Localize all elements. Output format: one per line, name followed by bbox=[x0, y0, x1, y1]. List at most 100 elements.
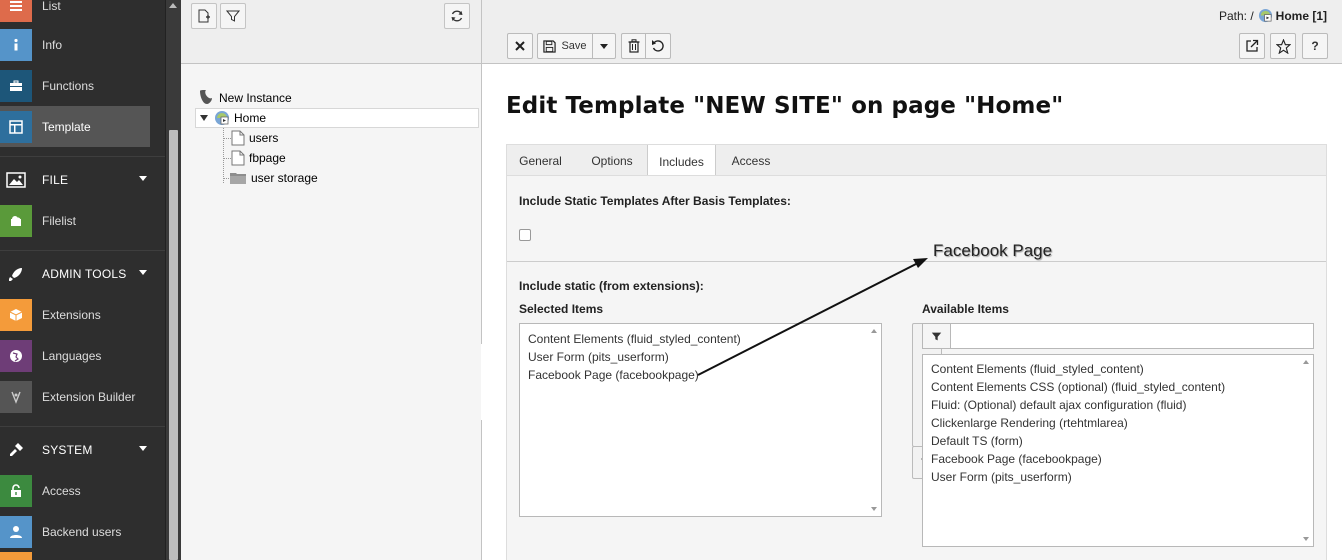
tree-node-users[interactable]: users bbox=[231, 128, 278, 148]
module-label: Filelist bbox=[42, 213, 77, 228]
box-icon bbox=[0, 298, 32, 331]
scroll-up-icon[interactable] bbox=[871, 329, 877, 333]
page-icon bbox=[231, 130, 245, 146]
list-item[interactable]: Facebook Page (facebookpage) bbox=[931, 452, 1102, 466]
expand-toggle-icon[interactable] bbox=[200, 115, 208, 121]
cloud-folder-icon bbox=[0, 204, 32, 237]
user-icon bbox=[0, 515, 32, 548]
page-tree-toolbar bbox=[181, 0, 481, 64]
path-prefix: Path: / bbox=[1218, 8, 1254, 23]
typo3-icon bbox=[200, 90, 212, 104]
module-filelist[interactable]: Filelist bbox=[0, 200, 150, 241]
content-area: Path: / Home [1] Save ? Edit Template "N… bbox=[482, 0, 1342, 560]
path-page[interactable]: Home [1] bbox=[1276, 9, 1327, 23]
tree-node-home[interactable]: Home bbox=[195, 108, 479, 128]
tree-node-user-storage[interactable]: user storage bbox=[229, 168, 318, 188]
save-icon bbox=[543, 39, 557, 53]
bookmark-button[interactable] bbox=[1270, 33, 1296, 59]
globe-icon bbox=[0, 339, 32, 372]
undo-icon bbox=[652, 40, 664, 52]
includes-panel: Include Static Templates After Basis Tem… bbox=[506, 175, 1327, 560]
list-item[interactable]: User Form (pits_userform) bbox=[528, 350, 669, 364]
list-item[interactable]: Content Elements (fluid_styled_content) bbox=[931, 362, 1144, 376]
close-button[interactable] bbox=[507, 33, 533, 59]
scroll-down-icon[interactable] bbox=[1303, 537, 1309, 541]
new-page-icon bbox=[198, 9, 210, 23]
save-dropdown-button[interactable] bbox=[592, 33, 616, 59]
list-item[interactable]: Content Elements (fluid_styled_content) bbox=[528, 332, 741, 346]
section-divider bbox=[507, 261, 1326, 262]
chevron-down-icon bbox=[139, 270, 147, 275]
module-extensions[interactable]: Extensions bbox=[0, 294, 150, 335]
list-item[interactable]: Clickenlarge Rendering (rtehtmlarea) bbox=[931, 416, 1128, 430]
available-items-list[interactable]: Content Elements (fluid_styled_content) … bbox=[922, 354, 1314, 547]
scroll-down-icon[interactable] bbox=[871, 507, 877, 511]
scroll-up-icon[interactable] bbox=[1303, 360, 1309, 364]
basis-templates-label: Include Static Templates After Basis Tem… bbox=[519, 194, 791, 208]
list-scrollbar[interactable] bbox=[1300, 355, 1313, 546]
save-button[interactable]: Save bbox=[537, 33, 593, 59]
plug-icon bbox=[0, 434, 32, 466]
list-icon bbox=[0, 0, 32, 22]
delete-button[interactable] bbox=[621, 33, 646, 59]
list-scrollbar[interactable] bbox=[868, 324, 881, 516]
undo-button[interactable] bbox=[645, 33, 671, 59]
tab-general[interactable]: General bbox=[507, 145, 574, 177]
chevron-down-icon bbox=[139, 446, 147, 451]
scrollbar-thumb[interactable] bbox=[169, 130, 178, 560]
module-menu-scrollbar[interactable] bbox=[165, 0, 181, 560]
refresh-icon bbox=[451, 10, 463, 22]
tab-includes[interactable]: Includes bbox=[647, 145, 716, 178]
open-new-window-button[interactable] bbox=[1239, 33, 1265, 59]
info-icon bbox=[0, 28, 32, 61]
module-info[interactable]: Info bbox=[0, 24, 150, 65]
refresh-tree-button[interactable] bbox=[444, 3, 470, 29]
filter-icon bbox=[226, 10, 240, 22]
typo3-backend: List Info Functions Template FILE Fileli… bbox=[0, 0, 1342, 560]
new-page-button[interactable] bbox=[191, 3, 217, 29]
selected-items-label: Selected Items bbox=[519, 302, 604, 316]
module-label: Functions bbox=[42, 78, 95, 93]
chevron-down-icon bbox=[139, 176, 147, 181]
list-item[interactable]: Default TS (form) bbox=[931, 434, 1023, 448]
selected-items-list[interactable]: Content Elements (fluid_styled_content) … bbox=[519, 323, 882, 517]
site-root-icon bbox=[215, 111, 229, 125]
tree-node-fbpage[interactable]: fbpage bbox=[231, 148, 286, 168]
module-label: Backend users bbox=[42, 524, 122, 539]
group-label: ADMIN TOOLS bbox=[42, 266, 127, 281]
scroll-up-icon[interactable] bbox=[169, 3, 177, 8]
group-file[interactable]: FILE bbox=[0, 156, 165, 202]
briefcase-icon bbox=[0, 69, 32, 102]
help-icon: ? bbox=[1311, 39, 1319, 53]
group-system[interactable]: SYSTEM bbox=[0, 426, 165, 472]
module-list[interactable]: List bbox=[0, 0, 150, 26]
module-extension-builder[interactable]: Extension Builder bbox=[0, 376, 150, 417]
module-backend-users[interactable]: Backend users bbox=[0, 511, 150, 552]
wrench-icon bbox=[0, 380, 32, 413]
list-item[interactable]: Fluid: (Optional) default ajax configura… bbox=[931, 398, 1186, 412]
module-label: Extensions bbox=[42, 307, 101, 322]
list-item[interactable]: User Form (pits_userform) bbox=[931, 470, 1072, 484]
module-access[interactable]: Access bbox=[0, 470, 150, 511]
module-languages[interactable]: Languages bbox=[0, 335, 150, 376]
tree-root[interactable]: New Instance bbox=[197, 88, 292, 108]
tab-access[interactable]: Access bbox=[719, 145, 783, 177]
module-functions[interactable]: Functions bbox=[0, 65, 150, 106]
module-menu: List Info Functions Template FILE Fileli… bbox=[0, 0, 165, 560]
rocket-icon bbox=[0, 258, 32, 290]
tab-options[interactable]: Options bbox=[577, 145, 647, 177]
module-template[interactable]: Template bbox=[0, 106, 150, 147]
filter-tree-button[interactable] bbox=[220, 3, 246, 29]
list-item[interactable]: Facebook Page (facebookpage) bbox=[528, 368, 699, 382]
help-button[interactable]: ? bbox=[1302, 33, 1328, 59]
list-item[interactable]: Content Elements CSS (optional) (fluid_s… bbox=[931, 380, 1225, 394]
tab-bar: General Options Includes Access bbox=[506, 144, 1327, 178]
basis-templates-checkbox[interactable] bbox=[519, 229, 531, 241]
template-icon bbox=[0, 110, 32, 143]
tree-line bbox=[223, 158, 231, 159]
static-includes-label: Include static (from extensions): bbox=[519, 279, 704, 293]
available-filter-input[interactable] bbox=[952, 324, 1312, 348]
chevron-down-icon bbox=[600, 43, 608, 49]
filter-icon bbox=[923, 324, 951, 348]
group-admin-tools[interactable]: ADMIN TOOLS bbox=[0, 250, 165, 296]
